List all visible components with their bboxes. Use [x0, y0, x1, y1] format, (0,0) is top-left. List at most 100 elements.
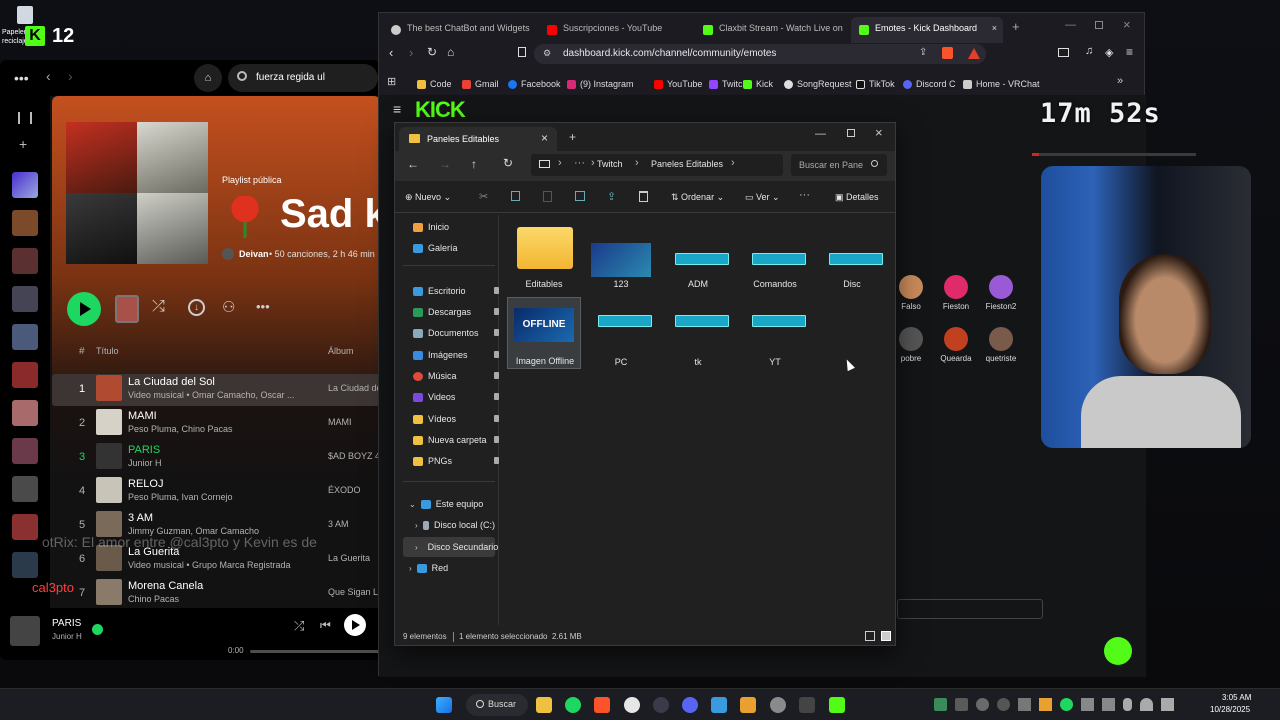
search-box[interactable]: fuerza regida ul [228, 64, 378, 92]
shuffle-icon[interactable]: ⤮ [294, 618, 304, 634]
minimize-icon[interactable]: — [1065, 19, 1076, 31]
liked-songs-thumb[interactable] [12, 172, 38, 198]
search-input[interactable]: fuerza regida ul [256, 72, 325, 83]
obs-icon[interactable] [624, 697, 640, 713]
home-icon[interactable]: ⌂ [447, 45, 454, 59]
back-icon[interactable]: ‹ [46, 68, 51, 84]
forward-icon[interactable]: → [439, 157, 451, 171]
nav-gallery[interactable]: Galería [403, 238, 495, 258]
tray-icon[interactable] [997, 698, 1010, 711]
tiles-view-icon[interactable] [881, 631, 891, 641]
tray-icon[interactable] [1060, 698, 1073, 711]
download-icon[interactable]: ↓ [188, 299, 205, 316]
recycle-bin-icon[interactable] [17, 6, 33, 24]
emote-item[interactable]: Quearda [936, 327, 976, 363]
new-button[interactable]: ⊕ Nuevo ⌄ [405, 192, 451, 203]
spotify-icon[interactable] [565, 697, 581, 713]
bookmark-item[interactable]: Code [417, 77, 452, 91]
file-item[interactable]: ADM [661, 219, 735, 291]
playlist-thumb[interactable] [12, 514, 38, 540]
home-button[interactable]: ⌂ [194, 64, 222, 92]
app-icon[interactable] [740, 697, 756, 713]
minimize-icon[interactable]: — [815, 128, 826, 140]
apps-icon[interactable]: ⊞ [387, 75, 396, 88]
bookmark-item[interactable]: YouTube [654, 77, 702, 91]
details-view-icon[interactable] [865, 631, 875, 641]
reload-icon[interactable]: ↻ [427, 45, 437, 59]
progress-bar[interactable] [250, 650, 380, 653]
bookmark-item[interactable]: Kick [743, 77, 773, 91]
emote-item[interactable]: Fieston [936, 275, 976, 311]
copy-icon[interactable] [511, 191, 520, 201]
close-window-icon[interactable]: × [875, 125, 883, 140]
explorer-tab[interactable]: Paneles Editables × [399, 127, 557, 151]
more-icon[interactable]: ··· [574, 157, 585, 169]
nav-pngs[interactable]: PNGs [403, 451, 499, 471]
sidebar-toggle-icon[interactable] [1058, 48, 1069, 57]
bookmark-icon[interactable] [518, 47, 526, 57]
nav-local-disk[interactable]: › Disco local (C:) [403, 515, 495, 535]
vscode-icon[interactable] [711, 697, 727, 713]
paste-icon[interactable] [543, 191, 552, 202]
clock-date[interactable]: 10/28/2025 [1210, 705, 1250, 714]
tray-icon[interactable] [1018, 698, 1031, 711]
wifi-icon[interactable] [1140, 698, 1153, 711]
view-button[interactable]: ▭ Ver ⌄ [745, 192, 780, 203]
emote-item[interactable]: Fieston2 [981, 275, 1021, 311]
bookmark-item[interactable]: (9) Instagram [567, 77, 634, 91]
file-item[interactable]: tk [661, 297, 735, 369]
bookmark-item[interactable]: Home - VRChat [963, 77, 1040, 91]
file-item[interactable]: YT [738, 297, 812, 369]
playlist-thumb[interactable] [12, 324, 38, 350]
url-input[interactable]: dashboard.kick.com/channel/community/emo… [563, 48, 776, 59]
file-item[interactable]: PC [584, 297, 658, 369]
microphone-icon[interactable] [1123, 698, 1132, 711]
forward-icon[interactable]: › [68, 68, 73, 84]
bookmark-item[interactable]: Facebook [508, 77, 561, 91]
brave-shield-icon[interactable] [942, 47, 953, 59]
emote-item[interactable]: quetriste [981, 327, 1021, 363]
nav-secondary-disk[interactable]: › Disco Secundario [403, 537, 498, 557]
app-icon[interactable] [770, 697, 786, 713]
bookmark-item[interactable]: SongRequest [784, 77, 852, 91]
playlist-thumb[interactable] [12, 552, 38, 578]
tray-icon[interactable] [1081, 698, 1094, 711]
nav-this-pc[interactable]: ⌄ Este equipo [403, 494, 495, 514]
address-bar[interactable]: ⚙ dashboard.kick.com/channel/community/e… [534, 44, 986, 64]
taskbar-search[interactable]: Buscar [466, 694, 528, 716]
library-icon[interactable] [18, 112, 32, 124]
delete-icon[interactable] [639, 191, 648, 202]
share-icon[interactable]: ⇪ [919, 47, 927, 58]
forward-icon[interactable]: › [409, 45, 413, 60]
file-item[interactable]: Comandos [738, 219, 812, 291]
tray-icon[interactable] [1039, 698, 1052, 711]
rename-icon[interactable] [575, 191, 585, 201]
close-window-icon[interactable]: × [1123, 17, 1131, 32]
close-tab-icon[interactable]: × [992, 23, 997, 33]
playlist-owner[interactable]: Deivan [239, 249, 269, 259]
bookmark-item[interactable]: Twitch [709, 77, 748, 91]
cut-icon[interactable]: ✂ [479, 190, 488, 203]
table-row[interactable]: 2 MAMI Peso Pluma, Chino Pacas MAMI [52, 408, 380, 440]
playlist-thumb[interactable] [12, 210, 38, 236]
table-row[interactable]: 1 La Ciudad del Sol Video musical • Omar C… [52, 374, 380, 406]
share-icon[interactable]: ⇪ [607, 190, 616, 203]
app-icon[interactable] [653, 697, 669, 713]
add-user-icon[interactable]: ⚇ [222, 298, 235, 316]
playlist-thumb[interactable] [12, 286, 38, 312]
file-explorer-icon[interactable] [536, 697, 552, 713]
folder-item[interactable]: Editables [507, 219, 581, 291]
bookmark-item[interactable]: Discord C [903, 77, 956, 91]
hamburger-icon[interactable]: ≡ [393, 101, 401, 117]
refresh-icon[interactable]: ↻ [503, 156, 513, 170]
brave-icon[interactable] [594, 697, 610, 713]
nav-music[interactable]: Música [403, 366, 499, 386]
playlist-thumb[interactable] [12, 476, 38, 502]
new-tab-icon[interactable]: + [569, 130, 576, 144]
discord-icon[interactable] [682, 697, 698, 713]
details-button[interactable]: ▣ Detalles [835, 192, 879, 203]
nav-documents[interactable]: Documentos [403, 323, 499, 343]
kick-logo[interactable]: KICK [415, 97, 466, 123]
browser-tab-active[interactable]: Emotes - Kick Dashboard × [851, 17, 1003, 43]
search-input[interactable]: Buscar en Pane [791, 154, 887, 176]
